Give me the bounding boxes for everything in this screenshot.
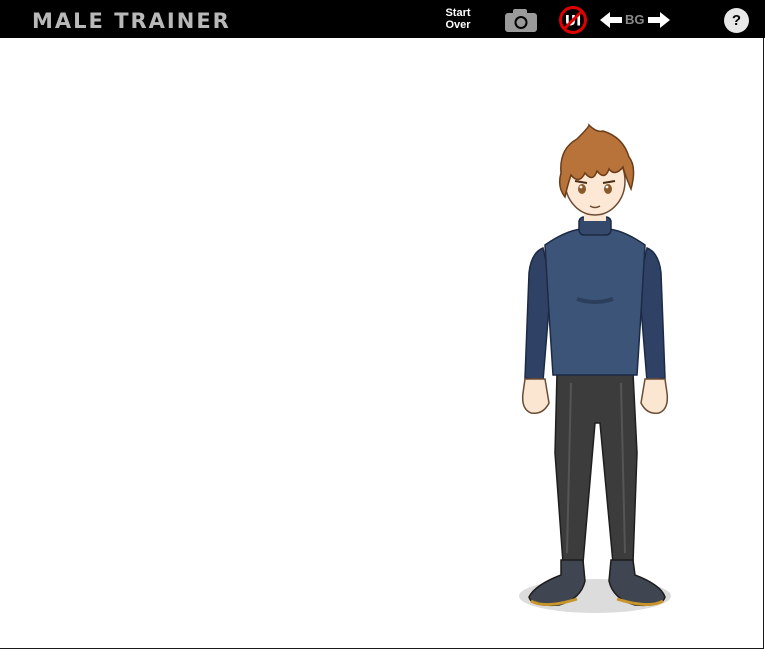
- bg-prev-arrow-icon[interactable]: [598, 9, 624, 31]
- bg-next-arrow-icon[interactable]: [646, 9, 672, 31]
- character-stage: [0, 38, 764, 649]
- help-button[interactable]: ?: [724, 8, 749, 33]
- camera-icon[interactable]: [503, 7, 539, 33]
- start-over-button[interactable]: Start Over: [436, 7, 480, 31]
- app-title: Male Trainer: [32, 9, 231, 33]
- bg-label: BG: [625, 12, 645, 27]
- ui-hide-icon[interactable]: UI: [557, 5, 589, 35]
- app-window: Male Trainer Start Over UI BG ?: [0, 0, 765, 650]
- shirt: [544, 216, 646, 376]
- start-over-label-line2: Over: [445, 19, 471, 31]
- pants: [554, 372, 638, 564]
- character-figure: [519, 123, 671, 613]
- background-selector: BG: [598, 9, 672, 31]
- top-toolbar: Male Trainer Start Over UI BG ?: [0, 0, 765, 38]
- start-over-label-line1: Start: [445, 7, 471, 19]
